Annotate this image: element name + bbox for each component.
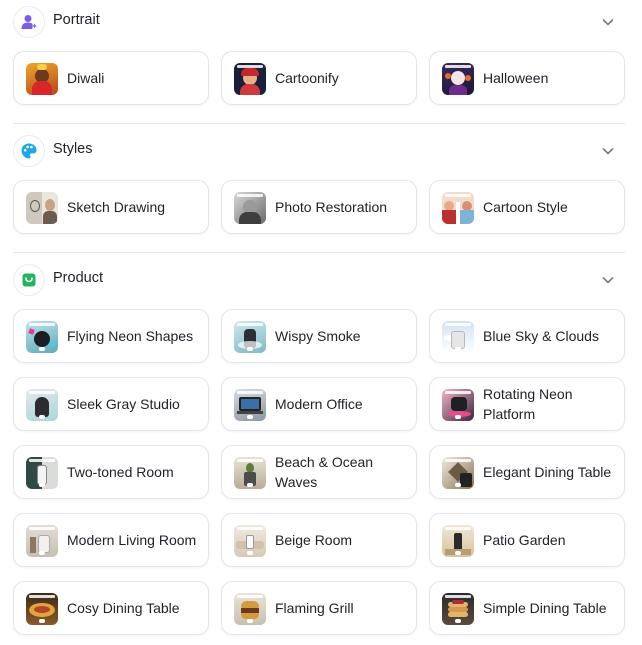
patio-garden-thumbnail <box>442 525 474 557</box>
card-label: Modern Office <box>275 396 363 412</box>
section-divider <box>13 252 625 253</box>
card-sketch-drawing[interactable]: Sketch Drawing <box>13 180 209 234</box>
photo-restoration-thumbnail <box>234 192 266 224</box>
beige-room-thumbnail <box>234 525 266 557</box>
portrait-section-header[interactable]: Portrait <box>0 0 642 42</box>
card-rotating-neon-platform[interactable]: Rotating Neon Platform <box>429 377 625 431</box>
chevron-down-icon[interactable] <box>600 14 616 30</box>
beach-ocean-waves-thumbnail <box>234 457 266 489</box>
diwali-thumbnail <box>26 63 58 95</box>
product-section-title: Product <box>53 270 103 286</box>
modern-living-room-thumbnail <box>26 525 58 557</box>
card-label: Rotating Neon Platform <box>483 386 573 422</box>
card-halloween[interactable]: Halloween <box>429 51 625 105</box>
card-modern-living-room[interactable]: Modern Living Room <box>13 513 209 567</box>
card-label: Beige Room <box>275 532 353 548</box>
card-cosy-dining-table[interactable]: Cosy Dining Table <box>13 581 209 635</box>
chevron-down-icon[interactable] <box>600 143 616 159</box>
rotating-neon-platform-thumbnail <box>442 389 474 421</box>
card-label: Blue Sky & Clouds <box>483 328 599 344</box>
card-label: Photo Restoration <box>275 199 388 215</box>
card-elegant-dining-table[interactable]: Elegant Dining Table <box>429 445 625 499</box>
card-label: Cartoon Style <box>483 199 568 215</box>
card-patio-garden[interactable]: Patio Garden <box>429 513 625 567</box>
portrait-section-title: Portrait <box>53 12 100 28</box>
card-label: Flying Neon Shapes <box>67 328 194 344</box>
sketch-thumbnail <box>26 192 58 224</box>
flaming-grill-thumbnail <box>234 593 266 625</box>
styles-section-title: Styles <box>53 141 93 157</box>
chevron-down-icon[interactable] <box>600 272 616 288</box>
product-section-header[interactable]: Product <box>0 258 642 300</box>
card-beach-ocean-waves[interactable]: Beach & Ocean Waves <box>221 445 417 499</box>
halloween-thumbnail <box>442 63 474 95</box>
card-label: Cosy Dining Table <box>67 600 180 616</box>
card-flying-neon-shapes[interactable]: Flying Neon Shapes <box>13 309 209 363</box>
card-label: Halloween <box>483 70 549 86</box>
sleek-gray-studio-thumbnail <box>26 389 58 421</box>
cartoonify-thumbnail <box>234 63 266 95</box>
card-modern-office[interactable]: Modern Office <box>221 377 417 431</box>
user-sparkle-icon <box>13 6 45 38</box>
wispy-smoke-thumbnail <box>234 321 266 353</box>
card-label: Modern Living Room <box>67 532 197 548</box>
card-label: Cartoonify <box>275 70 339 86</box>
card-diwali[interactable]: Diwali <box>13 51 209 105</box>
card-label: Diwali <box>67 70 105 86</box>
palette-icon <box>13 135 45 167</box>
section-divider <box>13 123 625 124</box>
card-flaming-grill[interactable]: Flaming Grill <box>221 581 417 635</box>
card-label: Elegant Dining Table <box>483 464 612 480</box>
card-label: Beach & Ocean Waves <box>275 454 374 490</box>
card-label: Two-toned Room <box>67 464 174 480</box>
card-blue-sky-clouds[interactable]: Blue Sky & Clouds <box>429 309 625 363</box>
styles-section-header[interactable]: Styles <box>0 129 642 171</box>
cosy-dining-table-thumbnail <box>26 593 58 625</box>
card-cartoonify[interactable]: Cartoonify <box>221 51 417 105</box>
card-cartoon-style[interactable]: Cartoon Style <box>429 180 625 234</box>
modern-office-thumbnail <box>234 389 266 421</box>
flying-neon-shapes-thumbnail <box>26 321 58 353</box>
two-toned-room-thumbnail <box>26 457 58 489</box>
card-label: Patio Garden <box>483 532 566 548</box>
card-simple-dining-table[interactable]: Simple Dining Table <box>429 581 625 635</box>
shopping-bag-icon <box>13 264 45 296</box>
card-beige-room[interactable]: Beige Room <box>221 513 417 567</box>
card-photo-restoration[interactable]: Photo Restoration <box>221 180 417 234</box>
card-two-toned-room[interactable]: Two-toned Room <box>13 445 209 499</box>
cartoon-style-thumbnail <box>442 192 474 224</box>
elegant-dining-table-thumbnail <box>442 457 474 489</box>
card-sleek-gray-studio[interactable]: Sleek Gray Studio <box>13 377 209 431</box>
card-label: Sketch Drawing <box>67 199 166 215</box>
card-label: Wispy Smoke <box>275 328 361 344</box>
blue-sky-clouds-thumbnail <box>442 321 474 353</box>
card-wispy-smoke[interactable]: Wispy Smoke <box>221 309 417 363</box>
simple-dining-table-thumbnail <box>442 593 474 625</box>
card-label: Simple Dining Table <box>483 600 607 616</box>
card-label: Sleek Gray Studio <box>67 396 180 412</box>
card-label: Flaming Grill <box>275 600 354 616</box>
